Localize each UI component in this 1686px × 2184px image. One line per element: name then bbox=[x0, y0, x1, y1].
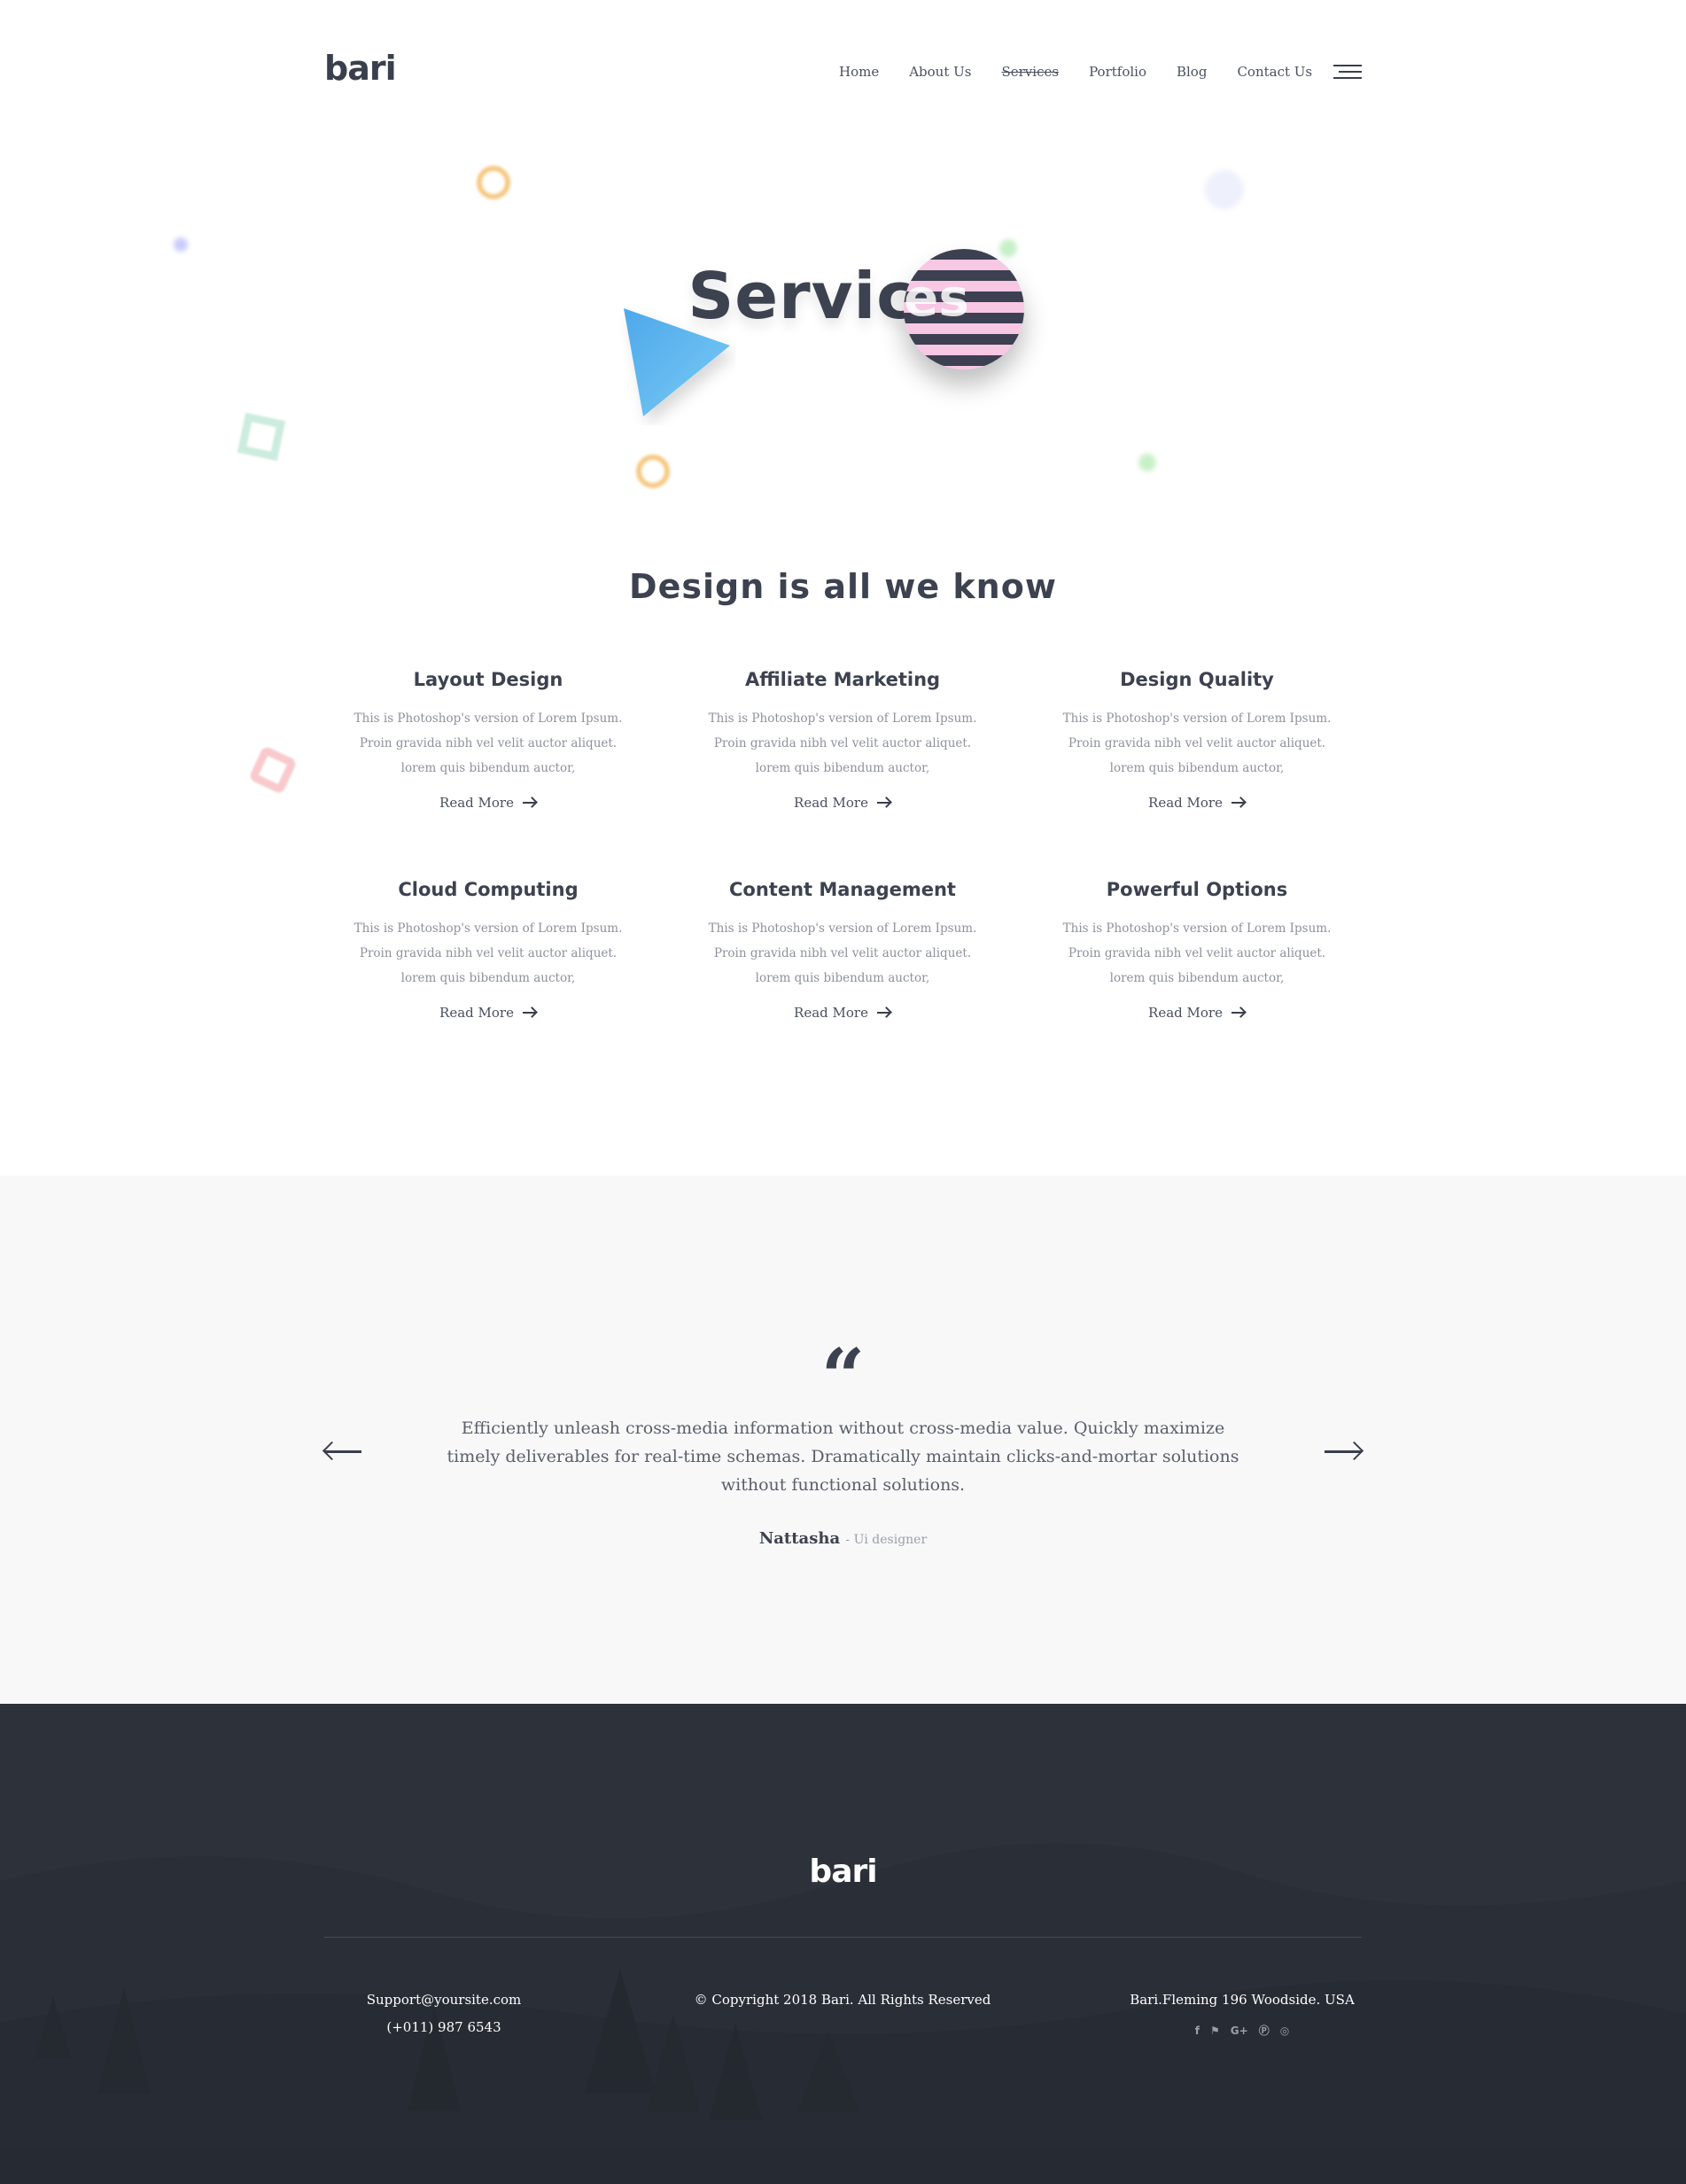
service-card: Powerful Options This is Photoshop's ver… bbox=[1020, 879, 1374, 1021]
dot-decoration bbox=[999, 239, 1017, 257]
dot-decoration bbox=[1205, 170, 1244, 209]
footer-landscape-background bbox=[0, 1843, 1686, 2184]
square-decoration bbox=[248, 745, 298, 795]
arrow-right-icon bbox=[876, 1008, 891, 1017]
read-more-link[interactable]: Read More bbox=[1148, 1005, 1246, 1021]
arrow-right-icon bbox=[1231, 1008, 1246, 1017]
service-title: Content Management bbox=[729, 879, 956, 900]
twitter-icon[interactable]: ⚑ bbox=[1210, 2017, 1220, 2045]
footer-copyright: © Copyright 2018 Bari. All Rights Reserv… bbox=[665, 1986, 1020, 2014]
square-decoration bbox=[237, 412, 286, 462]
footer-logo[interactable]: bari bbox=[0, 1854, 1686, 1890]
service-title: Cloud Computing bbox=[398, 879, 579, 900]
footer-email[interactable]: Support@yoursite.com bbox=[324, 1986, 563, 2014]
ring-decoration bbox=[636, 455, 670, 488]
footer-contact: Support@yoursite.com (+011) 987 6543 bbox=[324, 1986, 563, 2041]
quote-icon: “ bbox=[820, 1333, 866, 1422]
service-description: This is Photoshop's version of Lorem Ips… bbox=[354, 711, 623, 775]
read-more-label: Read More bbox=[794, 795, 868, 811]
read-more-link[interactable]: Read More bbox=[794, 795, 891, 811]
footer-address-block: Bari.Fleming 196 Woodside. USA f ⚑ G+ Ⓟ … bbox=[1109, 1986, 1375, 2045]
read-more-link[interactable]: Read More bbox=[1148, 795, 1246, 811]
service-title: Affiliate Marketing bbox=[744, 669, 941, 690]
copyright-text: © Copyright 2018 Bari. All Rights Reserv… bbox=[694, 1992, 991, 2008]
arrow-right-icon bbox=[1231, 798, 1246, 807]
service-title: Design Quality bbox=[1120, 669, 1274, 690]
service-title: Powerful Options bbox=[1106, 879, 1288, 900]
dot-decoration bbox=[174, 237, 188, 252]
service-card: Cloud Computing This is Photoshop's vers… bbox=[311, 879, 665, 1021]
footer-phone: (+011) 987 6543 bbox=[386, 2019, 501, 2035]
google-plus-icon[interactable]: G+ bbox=[1231, 2017, 1248, 2045]
read-more-label: Read More bbox=[794, 1005, 868, 1021]
service-card: Layout Design This is Photoshop's versio… bbox=[311, 669, 665, 811]
dot-decoration bbox=[1138, 454, 1156, 471]
hamburger-menu-icon[interactable] bbox=[1333, 65, 1362, 81]
social-links: f ⚑ G+ Ⓟ ◎ bbox=[1109, 2017, 1375, 2045]
arrow-right-icon[interactable] bbox=[1325, 1442, 1362, 1461]
services-heading: Design is all we know bbox=[629, 567, 1057, 606]
service-description: This is Photoshop's version of Lorem Ips… bbox=[1062, 711, 1332, 775]
arrow-right-icon bbox=[522, 1008, 537, 1017]
circle-overlay-text: es bbox=[904, 268, 969, 328]
read-more-label: Read More bbox=[439, 795, 514, 811]
site-footer bbox=[0, 1704, 1686, 2184]
nav-services[interactable]: Services bbox=[986, 64, 1074, 80]
author-name: Nattasha bbox=[758, 1529, 841, 1548]
service-card: Design Quality This is Photoshop's versi… bbox=[1020, 669, 1374, 811]
nav-blog[interactable]: Blog bbox=[1162, 64, 1222, 80]
read-more-label: Read More bbox=[1148, 795, 1223, 811]
main-nav: Home About Us Services Portfolio Blog Co… bbox=[824, 64, 1327, 80]
arrow-right-icon bbox=[876, 798, 891, 807]
arrow-right-icon bbox=[522, 798, 537, 807]
read-more-label: Read More bbox=[1148, 1005, 1223, 1021]
ring-decoration bbox=[477, 166, 510, 199]
read-more-link[interactable]: Read More bbox=[439, 1005, 537, 1021]
service-title: Layout Design bbox=[413, 669, 563, 690]
service-description: This is Photoshop's version of Lorem Ips… bbox=[1062, 921, 1332, 985]
service-card: Affiliate Marketing This is Photoshop's … bbox=[665, 669, 1020, 811]
arrow-left-icon[interactable] bbox=[324, 1442, 361, 1461]
dribbble-icon[interactable]: ◎ bbox=[1280, 2017, 1289, 2045]
service-description: This is Photoshop's version of Lorem Ips… bbox=[708, 711, 977, 775]
footer-address: Bari.Fleming 196 Woodside. USA bbox=[1130, 1992, 1355, 2008]
footer-divider bbox=[324, 1937, 1362, 1938]
testimonial-author: Nattasha - Ui designer bbox=[0, 1529, 1686, 1548]
nav-about-us[interactable]: About Us bbox=[894, 64, 986, 80]
testimonial-quote: Efficiently unleash cross-media informat… bbox=[447, 1418, 1239, 1495]
service-description: This is Photoshop's version of Lorem Ips… bbox=[354, 921, 623, 985]
nav-home[interactable]: Home bbox=[824, 64, 894, 80]
read-more-link[interactable]: Read More bbox=[439, 795, 537, 811]
service-card: Content Management This is Photoshop's v… bbox=[665, 879, 1020, 1021]
service-description: This is Photoshop's version of Lorem Ips… bbox=[708, 921, 977, 985]
read-more-label: Read More bbox=[439, 1005, 514, 1021]
page-title: Services bbox=[688, 259, 998, 333]
author-role: - Ui designer bbox=[845, 1533, 928, 1547]
nav-portfolio[interactable]: Portfolio bbox=[1074, 64, 1162, 80]
read-more-link[interactable]: Read More bbox=[794, 1005, 891, 1021]
nav-contact-us[interactable]: Contact Us bbox=[1222, 64, 1327, 80]
pinterest-icon[interactable]: Ⓟ bbox=[1259, 2017, 1270, 2045]
site-logo[interactable]: bari bbox=[324, 51, 397, 85]
facebook-icon[interactable]: f bbox=[1195, 2017, 1200, 2045]
